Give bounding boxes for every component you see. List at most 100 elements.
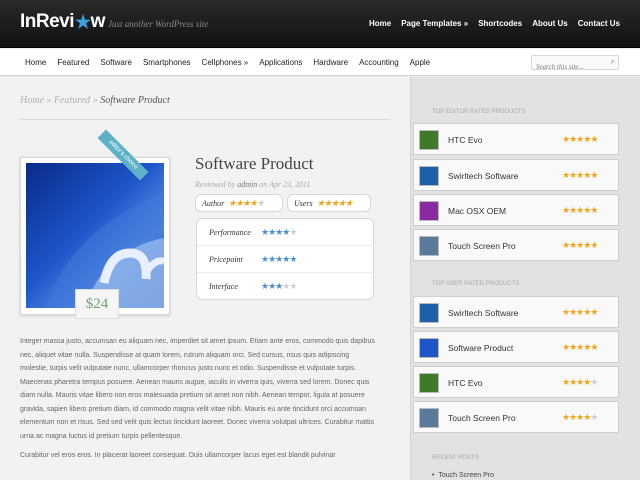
breadcrumb-featured[interactable]: Featured [54,95,90,106]
sidebar-item-stars: ★★★★★ [562,134,598,145]
product-icon [419,373,439,393]
rating-row-pricepoint: Pricepoint ★★★★★ [197,246,375,273]
rating-breakdown: Performance ★★★★★ Pricepoint ★★★★★ Inter… [196,218,375,300]
star-icon: ★ [590,134,598,144]
sidebar-item[interactable]: Touch Screen Pro ★★★★★ [413,401,619,433]
search-icon[interactable]: ⌕ [611,57,615,67]
sidebar-item[interactable]: HTC Evo ★★★★★ [413,123,619,155]
review-meta: Reviewed by admin on Apr 23, 2011 [195,180,310,189]
cat-featured[interactable]: Featured [57,58,89,67]
sidebar-item[interactable]: HTC Evo ★★★★★ [413,366,619,398]
sidebar-heading-recent: Recent Posts [432,455,479,461]
cat-applications[interactable]: Applications [259,58,302,67]
nav-page-templates[interactable]: Page Templates » [401,19,468,28]
star-icon: ★ [590,342,598,352]
rating-stars: ★★★★★ [261,227,297,238]
sidebar-item-name: Swirltech Software [448,308,519,318]
star-icon: ★ [256,197,265,208]
sidebar-item[interactable]: Swirltech Software ★★★★★ [413,296,619,328]
logo-text-end: w [90,11,106,32]
nav-about-us[interactable]: About Us [532,19,568,28]
recent-post-link[interactable]: Touch Screen Pro [438,472,494,479]
sidebar-item[interactable]: Mac OSX OEM ★★★★★ [413,194,619,226]
star-icon: ★ [590,170,598,180]
price-tag: $24 [75,289,119,319]
rating-label: Interface [209,282,238,291]
sidebar-item-name: HTC Evo [448,378,483,388]
cat-apple[interactable]: Apple [410,58,430,67]
sidebar-item-name: Touch Screen Pro [448,241,516,251]
sidebar-item-name: HTC Evo [448,135,483,145]
search-input[interactable] [532,60,604,74]
star-icon: ★ [590,205,598,215]
nav-shortcodes[interactable]: Shortcodes [478,19,522,28]
sidebar-item-name: Touch Screen Pro [448,413,516,423]
site-header: InRevi ★ w Just another WordPress site Hom… [0,0,640,48]
site-tagline: Just another WordPress site [108,19,209,29]
cat-smartphones[interactable]: Smartphones [143,58,191,67]
sidebar-item-stars: ★★★★★ [562,307,598,318]
sidebar-item-stars: ★★★★★ [562,412,598,423]
sidebar-item[interactable]: Swirltech Software ★★★★★ [413,159,619,191]
users-rating: Users ★★★★★ [287,194,371,212]
sidebar-item-name: Mac OSX OEM [448,206,507,216]
sidebar-item[interactable]: Touch Screen Pro ★★★★★ [413,229,619,261]
meta-prefix: Reviewed by [195,180,238,189]
star-icon: ★ [289,254,297,264]
author-rating-label: Author [202,198,225,208]
nav-home[interactable]: Home [369,19,391,28]
star-icon: ★ [590,240,598,250]
rating-row-interface: Interface ★★★★★ [197,273,375,300]
breadcrumb-sep: » [43,95,54,106]
sidebar-heading-user: Top User Rated Products [432,281,520,287]
body-paragraph: Curabitur vel eros eros. In placerat lao… [20,452,336,459]
sidebar-item-stars: ★★★★★ [562,205,598,216]
product-icon [419,408,439,428]
cat-accounting[interactable]: Accounting [359,58,399,67]
users-rating-stars: ★★★★★ [316,197,353,209]
cat-home[interactable]: Home [25,58,46,67]
author-rating-stars: ★★★★★ [228,197,265,209]
product-artwork [46,193,164,308]
star-icon: ★ [337,197,346,208]
rating-row-performance: Performance ★★★★★ [197,219,375,246]
cat-hardware[interactable]: Hardware [313,58,348,67]
sidebar-item-stars: ★★★★★ [562,170,598,181]
product-icon [419,236,439,256]
star-icon: ★ [590,412,598,422]
site-logo[interactable]: InRevi ★ w [20,11,105,33]
author-link[interactable]: admin [237,180,257,189]
cat-software[interactable]: Software [100,58,132,67]
category-bar: Home Featured Software Smartphones Cellp… [0,49,640,76]
star-icon: ★ [590,307,598,317]
breadcrumb-home[interactable]: Home [20,95,44,106]
star-icon: ★ [289,227,297,237]
sidebar-item-stars: ★★★★★ [562,377,598,388]
product-icon [419,130,439,150]
star-icon: ★ [289,281,297,291]
rating-stars: ★★★★★ [261,281,297,292]
sidebar: Top Editor Rated Products HTC Evo ★★★★★ … [410,77,640,480]
meta-date: on Apr 23, 2011 [257,180,311,189]
page-title: Software Product [195,154,314,173]
product-icon [419,201,439,221]
author-rating: Author ★★★★★ [195,194,283,212]
breadcrumb-sep: » [90,95,101,106]
nav-contact-us[interactable]: Contact Us [578,19,620,28]
users-rating-label: Users [294,198,313,208]
cat-cellphones[interactable]: Cellphones » [202,58,249,67]
sidebar-item-stars: ★★★★★ [562,342,598,353]
sidebar-item[interactable]: Software Product ★★★★★ [413,331,619,363]
breadcrumb: Home » Featured » Software Product [20,95,170,106]
product-icon [419,338,439,358]
recent-post-item[interactable]: • Touch Screen Pro [432,472,494,479]
star-icon: ★ [249,197,257,208]
product-icon [419,303,439,323]
star-icon: ★ [330,197,339,208]
top-nav: Home Page Templates » Shortcodes About U… [369,19,620,28]
star-icon: ★ [344,197,353,208]
logo-star-icon: ★ [75,11,91,32]
product-icon [419,166,439,186]
star-icon: ★ [316,197,325,208]
star-icon: ★ [323,197,332,208]
